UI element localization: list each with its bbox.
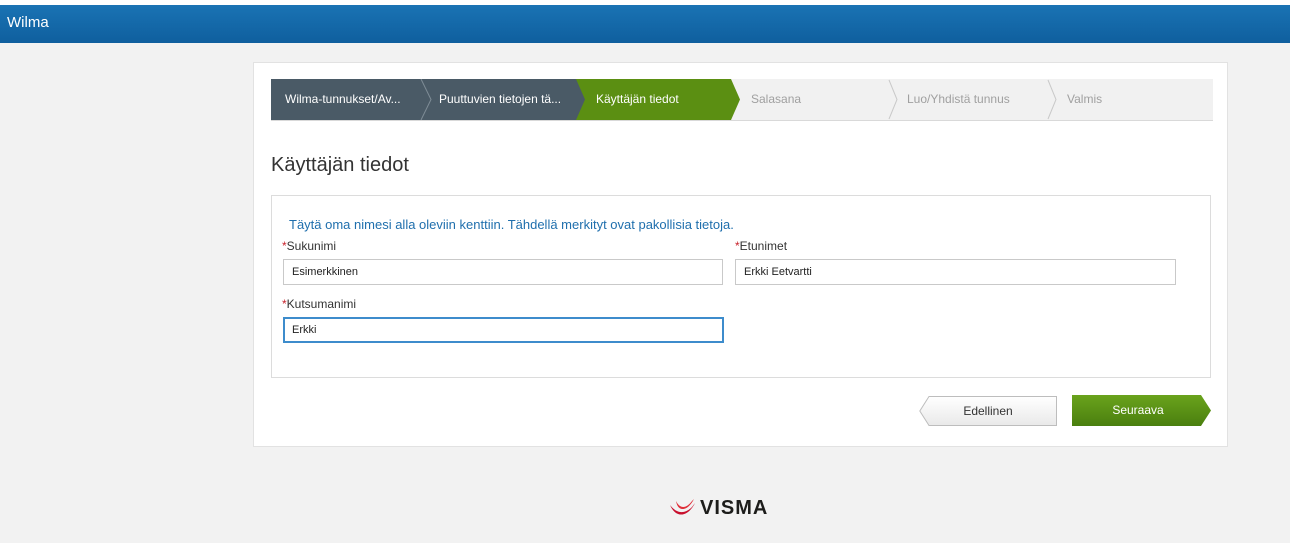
app-header: Wilma bbox=[0, 5, 1290, 43]
visma-wordmark: VISMA bbox=[700, 497, 769, 519]
app-title[interactable]: Wilma bbox=[7, 14, 49, 31]
visma-logo: VISMA bbox=[668, 493, 798, 523]
firstnames-label: *Etunimet bbox=[735, 239, 788, 253]
wizard-step-password[interactable]: Salasana bbox=[741, 79, 891, 120]
wizard-card: Wilma-tunnukset/Av... Puuttuvien tietoje… bbox=[253, 62, 1228, 447]
next-button[interactable]: Seuraava bbox=[1072, 395, 1211, 426]
firstnames-input[interactable] bbox=[735, 259, 1176, 285]
form-instructions: Täytä oma nimesi alla oleviin kenttiin. … bbox=[289, 217, 734, 232]
page-title: Käyttäjän tiedot bbox=[271, 154, 409, 176]
wizard-steps: Wilma-tunnukset/Av... Puuttuvien tietoje… bbox=[271, 79, 1213, 121]
lastname-label: *Sukunimi bbox=[282, 239, 337, 253]
nickname-input[interactable] bbox=[283, 317, 724, 343]
lastname-input[interactable] bbox=[283, 259, 723, 285]
wizard-step-create-account[interactable]: Luo/Yhdistä tunnus bbox=[899, 79, 1049, 120]
nickname-label: *Kutsumanimi bbox=[282, 297, 357, 311]
previous-button[interactable]: Edellinen bbox=[919, 396, 1057, 426]
user-info-form: Täytä oma nimesi alla oleviin kenttiin. … bbox=[271, 195, 1211, 378]
wizard-step-done[interactable]: Valmis bbox=[1057, 79, 1207, 120]
